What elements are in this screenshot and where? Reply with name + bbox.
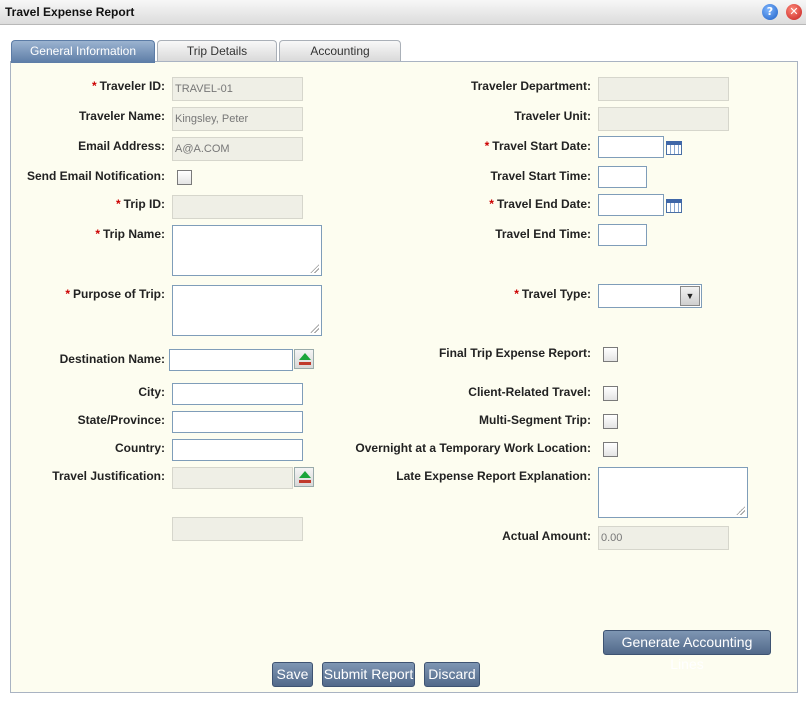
close-icon[interactable]: ✕ bbox=[786, 4, 802, 20]
multi-segment-label: Multi-Segment Trip: bbox=[479, 413, 591, 427]
calendar-icon[interactable] bbox=[666, 141, 682, 155]
trip-name-textarea[interactable] bbox=[172, 225, 322, 276]
justification-field bbox=[172, 467, 293, 489]
start-date-input[interactable] bbox=[598, 136, 664, 158]
department-field bbox=[598, 77, 729, 101]
final-report-label: Final Trip Expense Report: bbox=[438, 346, 591, 360]
tab-trip-details[interactable]: Trip Details bbox=[157, 40, 277, 62]
trip-name-label: * Trip Name: bbox=[95, 227, 165, 241]
chevron-down-icon[interactable]: ▼ bbox=[680, 286, 700, 306]
client-related-checkbox[interactable] bbox=[603, 386, 618, 401]
purpose-label: * Purpose of Trip: bbox=[65, 287, 165, 301]
unit-field bbox=[598, 107, 729, 131]
department-label: Traveler Department: bbox=[470, 79, 591, 93]
generate-accounting-lines-button[interactable]: Generate Accounting Lines bbox=[603, 630, 771, 672]
save-button[interactable]: Save bbox=[272, 662, 313, 687]
discard-button[interactable]: Discard bbox=[424, 662, 480, 687]
purpose-textarea[interactable] bbox=[172, 285, 322, 336]
traveler-name-field: Kingsley, Peter bbox=[172, 107, 303, 131]
unit-label: Traveler Unit: bbox=[514, 109, 591, 123]
readonly-field bbox=[172, 517, 303, 541]
email-field: A@A.COM bbox=[172, 137, 303, 161]
end-time-label: Travel End Time: bbox=[495, 227, 591, 241]
traveler-id-field: TRAVEL-01 bbox=[172, 77, 303, 101]
overnight-checkbox[interactable] bbox=[603, 442, 618, 457]
justification-label: Travel Justification: bbox=[52, 469, 165, 483]
city-label: City: bbox=[138, 385, 165, 399]
resize-grip-icon[interactable] bbox=[310, 264, 319, 273]
required-marker: * bbox=[91, 79, 97, 93]
travel-type-label: * Travel Type: bbox=[514, 287, 591, 301]
final-report-checkbox[interactable] bbox=[603, 347, 618, 362]
state-input[interactable] bbox=[172, 411, 303, 433]
multi-segment-checkbox[interactable] bbox=[603, 414, 618, 429]
client-related-label: Client-Related Travel: bbox=[468, 385, 591, 399]
tab-accounting[interactable]: Accounting bbox=[279, 40, 401, 62]
trip-id-field bbox=[172, 195, 303, 219]
resize-grip-icon[interactable] bbox=[736, 506, 745, 515]
title-bar: Travel Expense Report ? ✕ bbox=[0, 0, 806, 25]
country-input[interactable] bbox=[172, 439, 303, 461]
form-panel bbox=[10, 61, 798, 693]
send-email-label: Send Email Notification: bbox=[26, 169, 165, 183]
tab-general-information[interactable]: General Information bbox=[11, 40, 155, 63]
destination-input[interactable] bbox=[169, 349, 293, 371]
submit-report-button[interactable]: Submit Report bbox=[322, 662, 415, 687]
travel-type-select[interactable]: ▼ bbox=[598, 284, 702, 308]
resize-grip-icon[interactable] bbox=[310, 324, 319, 333]
start-time-input[interactable] bbox=[598, 166, 647, 188]
justification-lookup-icon[interactable] bbox=[294, 467, 314, 487]
state-label: State/Province: bbox=[77, 413, 165, 427]
destination-lookup-icon[interactable] bbox=[294, 349, 314, 369]
traveler-id-label: * Traveler ID: bbox=[91, 79, 165, 93]
late-explanation-textarea[interactable] bbox=[598, 467, 748, 518]
actual-amount-label: Actual Amount: bbox=[502, 529, 591, 543]
overnight-label: Overnight at a Temporary Work Location: bbox=[355, 441, 591, 455]
trip-id-label: * Trip ID: bbox=[115, 197, 165, 211]
help-icon[interactable]: ? bbox=[762, 4, 778, 20]
late-explanation-label: Late Expense Report Explanation: bbox=[396, 469, 591, 483]
country-label: Country: bbox=[115, 441, 165, 455]
start-time-label: Travel Start Time: bbox=[490, 169, 592, 183]
city-input[interactable] bbox=[172, 383, 303, 405]
end-date-input[interactable] bbox=[598, 194, 664, 216]
start-date-label: * Travel Start Date: bbox=[484, 139, 591, 153]
calendar-icon[interactable] bbox=[666, 199, 682, 213]
traveler-name-label: Traveler Name: bbox=[78, 109, 165, 123]
email-label: Email Address: bbox=[78, 139, 165, 153]
actual-amount-field: 0.00 bbox=[598, 526, 729, 550]
send-email-checkbox[interactable] bbox=[177, 170, 192, 185]
destination-label: Destination Name: bbox=[59, 352, 165, 366]
window-title: Travel Expense Report bbox=[5, 5, 135, 19]
end-time-input[interactable] bbox=[598, 224, 647, 246]
end-date-label: * Travel End Date: bbox=[489, 197, 591, 211]
